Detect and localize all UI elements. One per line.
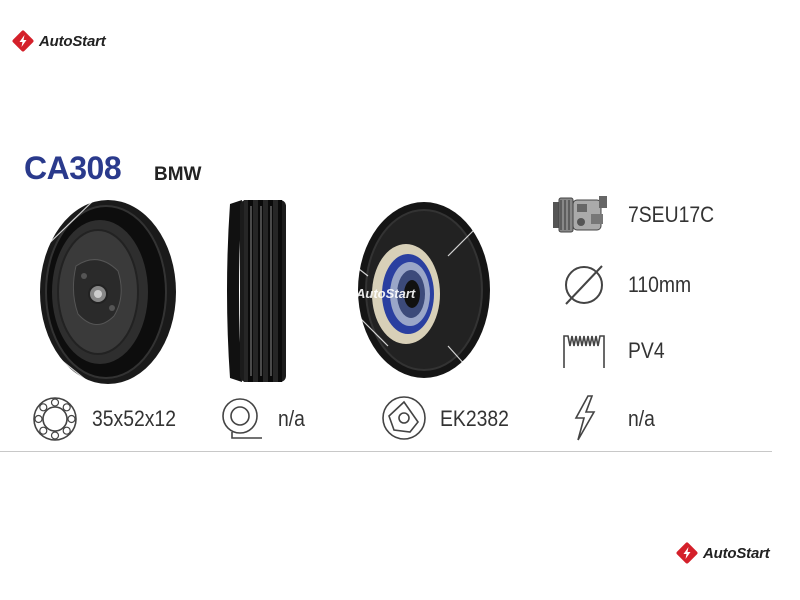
autostart-logo-icon	[12, 30, 34, 52]
logo-text: AutoStart	[39, 32, 106, 50]
compressor-icon	[553, 196, 607, 233]
voltage-icon	[574, 395, 596, 441]
divider-line	[0, 451, 772, 452]
diameter-icon	[565, 265, 603, 305]
autostart-logo-bottom: AutoStart	[676, 542, 770, 564]
pulley-side-image	[227, 200, 286, 382]
diameter-value: 110mm	[628, 272, 692, 297]
autostart-logo-icon	[676, 542, 698, 564]
belt-type: PV4	[628, 338, 665, 363]
compressor-model: 7SEU17C	[628, 202, 715, 227]
hub-code: EK2382	[440, 406, 509, 431]
coil-value: n/a	[278, 406, 305, 431]
belt-grooves-icon	[563, 335, 605, 368]
logo-text: AutoStart	[703, 544, 770, 562]
coil-icon	[222, 398, 262, 439]
bearing-icon	[33, 397, 77, 441]
watermark: AutoStart	[356, 286, 416, 301]
bearing-size: 35x52x12	[92, 406, 176, 431]
product-make: BMW	[154, 164, 202, 185]
pulley-front-angle-image	[35, 197, 176, 388]
autostart-logo-top: AutoStart	[12, 30, 106, 52]
product-code: CA308	[24, 150, 122, 186]
voltage-value: n/a	[628, 406, 655, 431]
hub-plate-icon	[382, 396, 426, 440]
